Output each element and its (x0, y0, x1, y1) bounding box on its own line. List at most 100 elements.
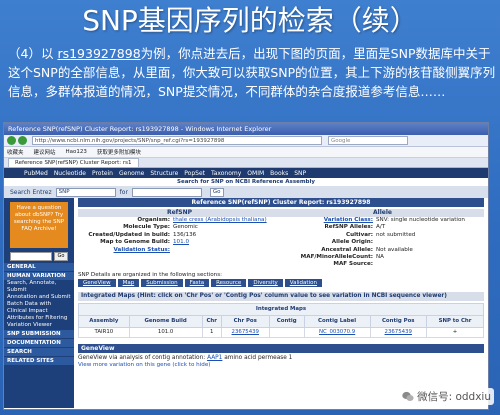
tab-submission[interactable]: Submission (141, 278, 183, 287)
favorites-item[interactable]: 建议网站 (34, 148, 56, 156)
chr-pos-link[interactable]: 23675439 (220, 326, 270, 338)
forward-icon[interactable] (18, 136, 27, 145)
table-header: SNP to Chr (425, 314, 485, 328)
contig-label-link[interactable]: NC_003070.9 (303, 326, 371, 338)
paragraph-prefix: （4）以 (8, 46, 58, 61)
ancestral-row: Ancestral Allele: Not available (321, 246, 413, 253)
faq-promo: Have a question about dbSNP? Try searchi… (10, 202, 68, 248)
faq-search-input[interactable] (10, 252, 52, 261)
watermark-text: 微信号: oddxiu (417, 391, 491, 403)
sections-note: SNP Details are organized in the followi… (78, 271, 222, 278)
validation-row: Validation Status: (78, 247, 281, 254)
table-header: Genome Build (128, 314, 203, 328)
gene-link[interactable]: AAP1 (207, 355, 222, 361)
faq-search: Go (10, 252, 68, 261)
allele-origin-row: Allele Origin: (331, 239, 373, 246)
map-build-row: Map to Genome Build: 101.0 (100, 239, 190, 246)
slide-title: SNP基因序列的检索（续） (82, 4, 418, 37)
report-page: Have a question about dbSNP? Try searchi… (4, 198, 488, 408)
integrated-maps-header: Integrated Maps (Hint: click on 'Chr Pos… (78, 291, 484, 301)
report-main: Reference SNP(refSNP) Cluster Report: rs… (78, 198, 485, 408)
allele-heading: Allele (281, 209, 484, 217)
nav-structure[interactable]: Structure (150, 170, 178, 177)
validation-status-link[interactable]: Validation Status: (78, 247, 173, 254)
summary-grid: RefSNP Organism: thale cress (Arabidopsis… (78, 209, 484, 269)
search-entrez-label: Search Entrez (10, 188, 52, 196)
tab-diversity[interactable]: Diversity (248, 278, 283, 287)
refsnp-heading: RefSNP (78, 209, 281, 217)
sidebar-section-human-variation[interactable]: HUMAN VARIATION (4, 272, 74, 280)
tab-geneview[interactable]: GeneView (78, 278, 116, 287)
table-header: Contig Label (303, 314, 371, 328)
favorites-item[interactable]: 获取更多附加模块 (97, 148, 141, 156)
nav-protein[interactable]: Protein (92, 170, 113, 177)
nav-popset[interactable]: PopSet (184, 170, 205, 177)
allele-column: Allele Variation Class: SNV: single nucle… (281, 209, 484, 269)
table-header: Chr Pos (220, 314, 270, 328)
maf-source-row: MAF Source: (333, 261, 373, 268)
go-button[interactable]: Go (209, 187, 224, 197)
sidebar-section-general[interactable]: GENERAL (4, 263, 74, 271)
build-row: Created/Updated in build: 136/136 (88, 231, 197, 238)
sidebar-section-snp-submission[interactable]: SNP SUBMISSION (4, 330, 74, 338)
favorites-bar: 收藏夹 建议网站 Hao123 获取更多附加模块 (4, 147, 488, 158)
cultivar-row: Cultivar: not submitted (345, 231, 416, 238)
tab-validation[interactable]: Validation (284, 278, 322, 287)
back-icon[interactable] (7, 136, 16, 145)
maf-row: MAF/MinorAlleleCount: NA (300, 254, 385, 261)
left-sidebar: Have a question about dbSNP? Try searchi… (4, 198, 74, 408)
map-build-link[interactable]: 101.0 (173, 239, 189, 246)
search-box[interactable]: Google (328, 136, 408, 145)
table-row: TAIR10 101.0 1 23675439 NC_003070.9 2367… (78, 326, 485, 338)
slide-paragraph: （4）以 rs193927898为例，你点进去后，出现下图的页面，里面是SNP数… (8, 44, 496, 101)
wechat-watermark: 微信号: oddxiu (399, 388, 494, 405)
report-header: Reference SNP(refSNP) Cluster Report: rs… (78, 198, 484, 207)
for-label: for (119, 188, 128, 196)
nav-pubmed[interactable]: PubMed (24, 170, 48, 177)
nav-snp[interactable]: SNP (294, 170, 306, 177)
ncbi-nav-bar: PubMed Nucleotide Protein Genome Structu… (4, 168, 488, 178)
organism-link[interactable]: thale cress (Arabidopsis thaliana) (173, 217, 267, 224)
rs-link[interactable]: rs193927898 (57, 46, 140, 61)
browser-window: Reference SNP(refSNP) Cluster Report: rs… (3, 122, 489, 410)
variation-class-row: Variation Class: SNV: single nucleotide v… (281, 217, 484, 224)
nav-genome[interactable]: Genome (119, 170, 144, 177)
favorites-item[interactable]: Hao123 (66, 149, 87, 155)
view-more-link[interactable]: View more variation on this gene (click … (78, 362, 484, 368)
sidebar-item[interactable]: Variation Viewer (4, 322, 74, 329)
sidebar-section-documentation[interactable]: DOCUMENTATION (4, 339, 74, 347)
query-input[interactable] (131, 187, 202, 197)
browser-tab[interactable]: Reference SNP(refSNP) Cluster Report: rs… (8, 158, 139, 167)
nav-taxonomy[interactable]: Taxonomy (211, 170, 241, 177)
tab-map[interactable]: Map (117, 278, 140, 287)
window-title-bar: Reference SNP(refSNP) Cluster Report: rs… (4, 123, 488, 135)
favorites-item[interactable]: 收藏夹 (7, 148, 24, 156)
sidebar-item[interactable]: Search, Annotate, Submit (4, 280, 74, 294)
molecule-row: Molecule Type: Genomic (123, 224, 198, 231)
sidebar-section-search[interactable]: SEARCH (4, 348, 74, 356)
table-header: Assembly (78, 314, 130, 328)
search-ref-assembly[interactable]: Search for SNP on NCBI Reference Assembl… (4, 178, 488, 186)
address-row: http://www.ncbi.nlm.nih.gov/projects/SNP… (4, 135, 488, 147)
geneview-header: GeneView (78, 343, 484, 353)
nav-omim[interactable]: OMIM (247, 170, 264, 177)
tab-row: Reference SNP(refSNP) Cluster Report: rs… (4, 158, 488, 168)
section-tabs: GeneView Map Submission Fasta Resource D… (78, 278, 484, 287)
sidebar-item[interactable]: Attributes for Filtering (4, 315, 74, 322)
wechat-icon (402, 391, 414, 401)
entrez-search-row: Search Entrez SNP for Go (4, 186, 488, 198)
organism-row: Organism: thale cress (Arabidopsis thalia… (137, 217, 267, 224)
nav-nucleotide[interactable]: Nucleotide (54, 170, 86, 177)
database-select[interactable]: SNP (55, 187, 116, 197)
alleles-row: RefSNP Alleles: A/T (324, 224, 386, 231)
address-bar[interactable]: http://www.ncbi.nlm.nih.gov/projects/SNP… (32, 136, 322, 145)
variation-class-link[interactable]: Variation Class: (281, 217, 376, 224)
contig-pos-link[interactable]: 23675439 (369, 326, 427, 338)
tab-fasta[interactable]: Fasta (184, 278, 210, 287)
tab-resource[interactable]: Resource (211, 278, 247, 287)
integrated-maps-table: Integrated Maps Assembly Genome Build Ch… (78, 302, 485, 338)
nav-books[interactable]: Books (270, 170, 288, 177)
sidebar-item[interactable]: Annotation and Submit Batch Data with Cl… (4, 294, 74, 315)
sidebar-section-related-sites[interactable]: RELATED SITES (4, 357, 74, 365)
faq-go-button[interactable]: Go (54, 252, 68, 261)
